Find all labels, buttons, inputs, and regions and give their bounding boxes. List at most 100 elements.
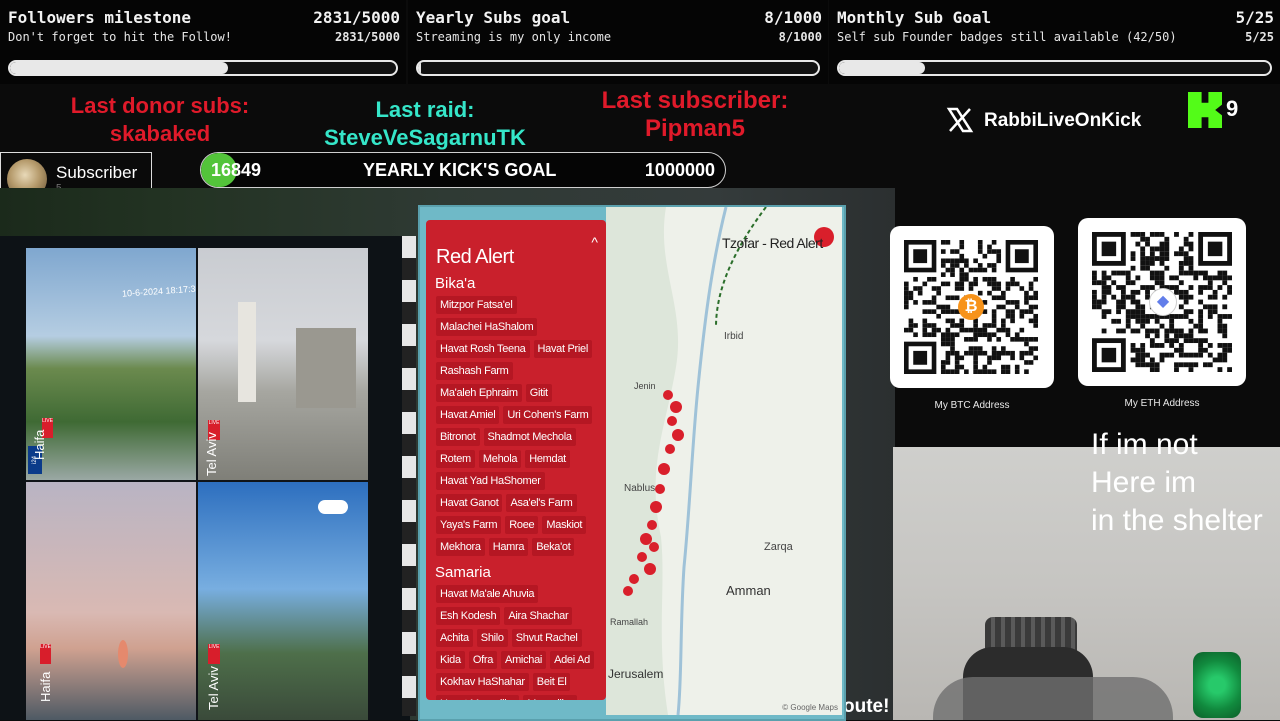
eth-qr-code: ◆ <box>1078 218 1246 386</box>
last-subscriber-label: Last subscriber: <box>601 87 789 114</box>
goal-subcount: 8/1000 <box>778 30 822 44</box>
goal-subcount: 2831/5000 <box>334 30 400 44</box>
map-label: Jenin <box>634 381 656 391</box>
alert-place-tag: Rashash Farm <box>436 362 513 380</box>
subscriber-label: Subscriber <box>56 163 138 182</box>
yearly-kick-goal-bar: 16849 YEARLY KICK'S GOAL 1000000 <box>200 152 726 188</box>
x-handle: RabbiLiveOnKick <box>984 110 1142 131</box>
alert-place-tag: Malachei HaShalom <box>436 318 538 336</box>
plant-jar <box>1193 652 1241 718</box>
alert-place-tag: Adei Ad <box>550 651 594 669</box>
camera-city: Haifa <box>32 429 47 460</box>
live-badge: LIVE <box>208 644 220 664</box>
last-donor-label: Last donor subs: <box>70 93 250 118</box>
yearly-subs-goal: Yearly Subs goal 8/1000 Streaming is my … <box>408 0 828 84</box>
alert-place-tag: Hamra <box>488 538 529 556</box>
camera-feed-4: LIVE Tel Aviv <box>198 482 368 720</box>
camera-feed-3: LIVE Haifa <box>26 482 196 720</box>
goal-subtitle: Streaming is my only income <box>416 30 612 44</box>
last-raid-block: Last raid: SteveVeSagarnuTK <box>300 96 550 152</box>
goal-title: Followers milestone <box>8 8 192 27</box>
alert-place-tag: Ofra <box>468 651 498 669</box>
monthly-sub-goal: Monthly Sub Goal 5/25 Self sub Founder b… <box>829 0 1280 84</box>
last-donor-name: skabaked <box>109 121 211 146</box>
goal-subcount: 5/25 <box>1245 30 1274 44</box>
kick-goal-label: YEARLY KICK'S GOAL <box>363 160 557 180</box>
kick-goal-current: 16849 <box>211 160 262 180</box>
map-label: Nablus <box>624 483 656 494</box>
camera-wall: 10-6-2024 18:17:36 i24 LIVE Haifa LIVE T… <box>26 248 370 720</box>
alert-place-tag: Shilo <box>476 629 508 647</box>
alert-place-tag: Gitit <box>525 384 552 402</box>
map-label: Zarqa <box>764 541 793 553</box>
shelter-line-2: Here im <box>1091 466 1197 499</box>
alert-place-tag: Beit El <box>532 673 571 691</box>
alert-place-tag: Hemdat <box>525 450 570 468</box>
alert-place-tag: Ma'aleh Ephraim <box>436 384 522 402</box>
alert-place-tag: Beka'ot <box>532 538 575 556</box>
goal-progress-bar <box>837 60 1272 76</box>
ethereum-icon: ◆ <box>1149 288 1177 316</box>
last-raid-label: Last raid: <box>375 97 475 122</box>
kick-logo-icon <box>1188 92 1222 128</box>
alert-regions: Bika'a Mitzpor Fatsa'el Malachei HaShalom H… <box>426 275 606 700</box>
bitcoin-icon: ₿ <box>958 294 984 320</box>
alert-place-tag: Roee <box>505 516 539 534</box>
shelter-line-3: in the shelter <box>1091 504 1263 537</box>
alert-place-tag: Mekhora <box>436 538 485 556</box>
goal-subtitle: Don't forget to hit the Follow! <box>8 30 232 44</box>
alert-place-tag: Asa'el's Farm <box>506 494 577 512</box>
goal-subtitle: Self sub Founder badges still available … <box>837 30 1177 44</box>
alert-place-tag: Amichai <box>501 651 547 669</box>
last-raid-name: SteveVeSagarnuTK <box>324 125 526 150</box>
alert-place-tag: Aira Shachar <box>504 607 573 625</box>
last-subscriber-name: Pipman5 <box>644 115 746 142</box>
alert-place-tag: Havat Priel <box>533 340 592 358</box>
goal-title: Monthly Sub Goal <box>837 8 992 27</box>
red-alert-list: Red Alert ^ Bika'a Mitzpor Fatsa'el Malach… <box>426 220 606 700</box>
alert-region-heading: Bika'a <box>435 275 476 292</box>
btc-qr-code: ₿ <box>890 226 1054 388</box>
goal-progress-bar <box>416 60 820 76</box>
alert-place-tag: Yaya's Farm <box>436 516 502 534</box>
map-label: Amman <box>726 583 771 598</box>
x-logo-icon <box>946 107 974 133</box>
sun-glow <box>118 640 128 668</box>
alert-region-heading: Samaria <box>435 564 491 581</box>
camera-city: Tel Aviv <box>206 666 221 710</box>
alert-place-tag: Shvut Rachel <box>511 629 582 647</box>
btc-label: My BTC Address <box>934 400 1010 411</box>
goal-progress-fill <box>839 62 926 74</box>
blanket <box>933 677 1173 720</box>
map-svg <box>606 207 842 715</box>
alert-place-tag: Mehola <box>478 450 522 468</box>
alert-place-tag: Havat Yad HaShomer <box>436 472 545 490</box>
cloud <box>318 500 348 514</box>
goal-progress-fill <box>10 62 229 74</box>
alert-place-list: Havat Ma'ale Ahuvia Esh Kodesh Aira Shacha… <box>426 583 606 700</box>
alert-place-tag: Havat Ma'ale Ahuvia <box>436 585 539 603</box>
scene-blocks <box>402 236 416 716</box>
alert-place-tag: Megadlim <box>523 695 577 700</box>
camera-building <box>238 302 256 402</box>
alert-place-tag: Achita <box>436 629 473 647</box>
collapse-chevron-icon[interactable]: ^ <box>591 234 598 250</box>
camera-building <box>296 328 356 408</box>
goal-count: 8/1000 <box>764 8 822 27</box>
map-label: Irbid <box>724 331 744 342</box>
map-label: Jerusalem <box>608 667 664 681</box>
camera-feed-1: 10-6-2024 18:17:36 i24 LIVE Haifa <box>26 248 196 480</box>
goal-progress-fill <box>418 62 422 74</box>
alert-place-tag: Kida <box>436 651 465 669</box>
alert-place-tag: Kokhav HaShahar <box>436 673 529 691</box>
camera-city: Tel Aviv <box>204 432 219 476</box>
alert-place-tag: Rotem <box>436 450 475 468</box>
camera-feed-2: LIVE Tel Aviv <box>198 248 368 480</box>
map-label: Ramallah <box>610 617 649 627</box>
followers-goal: Followers milestone 2831/5000 Don't forg… <box>0 0 406 84</box>
goal-count: 2831/5000 <box>313 8 400 27</box>
goal-title: Yearly Subs goal <box>416 8 571 27</box>
alert-place-tag: Bitronot <box>436 428 480 446</box>
kick-count: 9 <box>1226 96 1239 121</box>
alert-place-tag: Mitzpor Fatsa'el <box>436 296 517 314</box>
